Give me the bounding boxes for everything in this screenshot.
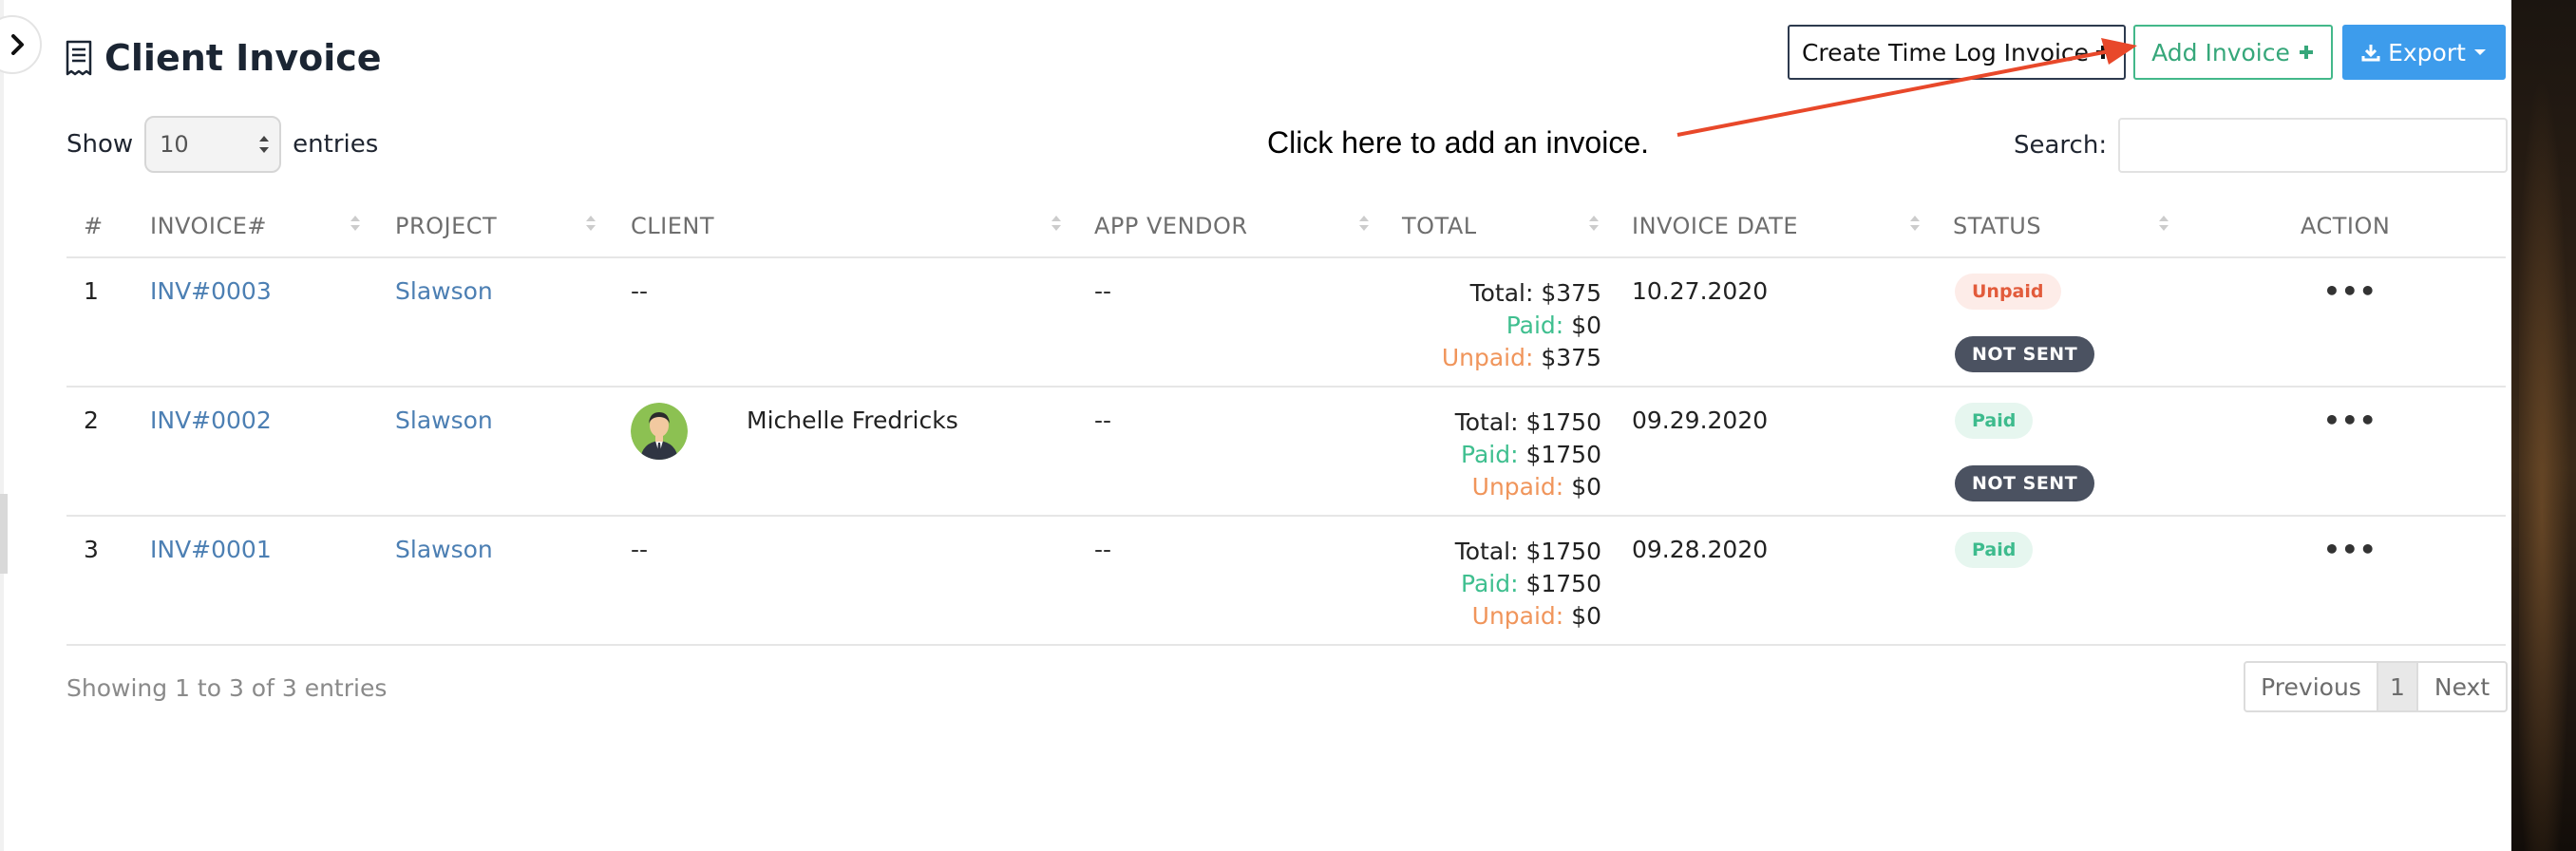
row-number: 1 <box>84 277 99 305</box>
page-title-text: Client Invoice <box>104 37 382 79</box>
page-length-control: Show 10 entries <box>66 116 378 173</box>
vendor-cell: -- <box>1094 536 1112 563</box>
invoice-date: 10.27.2020 <box>1632 277 1769 305</box>
status-badge: Unpaid <box>1955 274 2061 310</box>
status-badge: Paid <box>1955 403 2034 439</box>
page-length-value: 10 <box>160 131 189 158</box>
search-input[interactable] <box>2118 118 2509 173</box>
table-row: 1 INV#0003 Slawson -- -- Total: $375 Pai… <box>66 258 2506 388</box>
client-cell: -- <box>631 277 649 305</box>
sidebar-toggle-button[interactable] <box>0 15 42 74</box>
paid-line: Paid: $1750 <box>1461 441 1601 468</box>
sent-status-badge: NOT SENT <box>1955 336 2095 372</box>
background-edge <box>2511 0 2576 851</box>
search-label: Search: <box>2014 131 2108 160</box>
receipt-icon <box>66 40 92 76</box>
download-icon <box>2361 45 2380 62</box>
sort-icon[interactable] <box>1051 213 1062 234</box>
table-row: 3 INV#0001 Slawson -- -- Total: $1750 Pa… <box>66 517 2506 646</box>
invoice-link[interactable]: INV#0001 <box>150 536 272 563</box>
sort-icon[interactable] <box>1909 213 1921 234</box>
col-header-number[interactable]: # <box>84 213 104 239</box>
total-line: Total: $375 <box>1469 279 1601 307</box>
page-title: Client Invoice <box>65 34 382 82</box>
paid-line: Paid: $1750 <box>1461 570 1601 597</box>
select-arrows-icon <box>259 136 270 153</box>
sort-icon[interactable] <box>1588 213 1600 234</box>
project-link[interactable]: Slawson <box>395 277 493 305</box>
table-header: # INVOICE# PROJECT CLIENT APP VENDOR TOT… <box>66 199 2506 258</box>
annotation-text: Click here to add an invoice. <box>1267 125 1649 160</box>
sort-icon[interactable] <box>350 213 361 234</box>
status-badge: Paid <box>1955 532 2034 568</box>
row-actions-menu[interactable]: ••• <box>2323 405 2377 436</box>
row-number: 2 <box>84 407 99 434</box>
invoice-link[interactable]: INV#0003 <box>150 277 272 305</box>
pagination: Previous 1 Next <box>2244 661 2508 712</box>
sent-status-badge: NOT SENT <box>1955 465 2095 501</box>
col-header-action: ACTION <box>2301 213 2391 239</box>
sort-icon[interactable] <box>585 213 597 234</box>
unpaid-line: Unpaid: $375 <box>1441 344 1601 371</box>
page-length-select[interactable]: 10 <box>144 116 282 173</box>
page-1-button[interactable]: 1 <box>2377 663 2418 710</box>
invoice-table: # INVOICE# PROJECT CLIENT APP VENDOR TOT… <box>66 199 2506 646</box>
col-header-status[interactable]: STATUS <box>1953 213 2041 239</box>
previous-page-button[interactable]: Previous <box>2245 663 2377 710</box>
entries-label: entries <box>293 130 379 159</box>
row-actions-menu[interactable]: ••• <box>2323 534 2377 565</box>
client-cell: -- <box>631 536 649 563</box>
sort-icon[interactable] <box>1358 213 1370 234</box>
col-header-invoice-date[interactable]: INVOICE DATE <box>1632 213 1798 239</box>
project-link[interactable]: Slawson <box>395 536 493 563</box>
caret-down-icon <box>2473 49 2486 55</box>
col-header-app-vendor[interactable]: APP VENDOR <box>1094 213 1248 239</box>
unpaid-line: Unpaid: $0 <box>1471 473 1601 501</box>
col-header-client[interactable]: CLIENT <box>631 213 714 239</box>
vendor-cell: -- <box>1094 277 1112 305</box>
col-header-total[interactable]: TOTAL <box>1402 213 1477 239</box>
export-button[interactable]: Export <box>2342 25 2506 80</box>
col-header-project[interactable]: PROJECT <box>395 213 497 239</box>
next-page-button[interactable]: Next <box>2418 663 2506 710</box>
chevron-right-icon <box>11 34 24 55</box>
add-invoice-label: Add Invoice <box>2151 38 2290 66</box>
show-label: Show <box>66 130 134 159</box>
vendor-cell: -- <box>1094 407 1112 434</box>
left-edge <box>0 0 4 851</box>
search-control: Search: <box>2014 118 2509 173</box>
paid-line: Paid: $0 <box>1506 312 1601 339</box>
plus-icon <box>2299 46 2313 59</box>
table-row: 2 INV#0002 Slawson Michelle Fredricks --… <box>66 388 2506 517</box>
avatar <box>631 403 688 460</box>
invoice-date: 09.29.2020 <box>1632 407 1769 434</box>
scroll-handle[interactable] <box>0 494 8 574</box>
sort-icon[interactable] <box>2158 213 2169 234</box>
unpaid-line: Unpaid: $0 <box>1471 602 1601 630</box>
total-line: Total: $1750 <box>1454 408 1601 436</box>
row-actions-menu[interactable]: ••• <box>2323 275 2377 307</box>
create-time-log-invoice-button[interactable]: Create Time Log Invoice <box>1788 25 2126 80</box>
total-line: Total: $1750 <box>1454 538 1601 565</box>
invoice-date: 09.28.2020 <box>1632 536 1769 563</box>
row-number: 3 <box>84 536 99 563</box>
invoice-link[interactable]: INV#0002 <box>150 407 272 434</box>
add-invoice-button[interactable]: Add Invoice <box>2133 25 2333 80</box>
plus-icon <box>2096 46 2111 59</box>
export-label: Export <box>2388 38 2466 66</box>
table-info: Showing 1 to 3 of 3 entries <box>66 674 388 702</box>
client-name: Michelle Fredricks <box>747 407 958 434</box>
col-header-invoice[interactable]: INVOICE# <box>150 213 267 239</box>
create-time-log-invoice-label: Create Time Log Invoice <box>1801 38 2090 66</box>
project-link[interactable]: Slawson <box>395 407 493 434</box>
